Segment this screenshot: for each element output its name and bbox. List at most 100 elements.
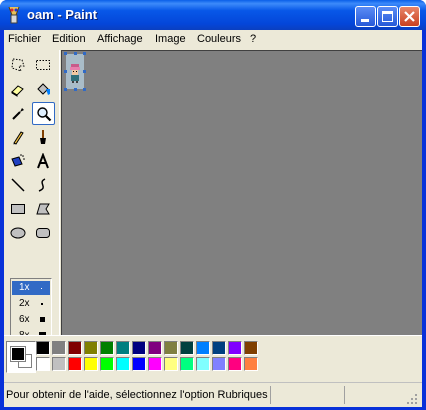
palette-color-swatch[interactable] — [68, 357, 82, 371]
tool-airbrush[interactable] — [7, 150, 30, 173]
tool-ellipse[interactable] — [7, 222, 30, 245]
palette-color-swatch[interactable] — [180, 357, 194, 371]
palette-color-swatch[interactable] — [228, 357, 242, 371]
foreground-color-swatch[interactable] — [10, 346, 26, 362]
palette-color-swatch[interactable] — [132, 357, 146, 371]
color-palette — [4, 335, 422, 380]
minimize-button[interactable] — [355, 6, 376, 27]
image-canvas[interactable] — [64, 52, 86, 91]
title-bar[interactable]: oam - Paint — [0, 0, 426, 30]
menu-image[interactable]: Image — [155, 33, 186, 45]
paint-window: oam - Paint Fichier Edition Affichage Im… — [0, 0, 426, 410]
menu-fichier[interactable]: Fichier — [8, 33, 41, 45]
menu-edition[interactable]: Edition — [52, 33, 86, 45]
magnifier-icon — [37, 107, 52, 122]
palette-color-swatch[interactable] — [228, 341, 242, 355]
tool-line[interactable] — [7, 174, 30, 197]
resize-handle[interactable] — [83, 52, 86, 55]
resize-handle[interactable] — [64, 70, 67, 73]
palette-color-swatch[interactable] — [116, 341, 130, 355]
palette-color-swatch[interactable] — [84, 341, 98, 355]
status-bar: Pour obtenir de l'aide, sélectionnez l'o… — [4, 382, 422, 406]
palette-color-swatch[interactable] — [132, 341, 146, 355]
menu-affichage[interactable]: Affichage — [97, 33, 143, 45]
zoom-option-2x[interactable]: 2x — [12, 297, 50, 311]
resize-handle[interactable] — [64, 88, 67, 91]
eraser-icon — [11, 85, 24, 97]
palette-color-swatch[interactable] — [52, 341, 66, 355]
palette-color-swatch[interactable] — [196, 341, 210, 355]
tool-curve[interactable] — [32, 174, 55, 197]
palette-color-swatch[interactable] — [36, 357, 50, 371]
palette-color-swatch[interactable] — [52, 357, 66, 371]
tool-brush[interactable] — [32, 126, 55, 149]
tool-magnifier[interactable] — [32, 102, 55, 125]
toolbox: 1x 2x 6x 8x — [4, 50, 60, 362]
tool-fill-with-color[interactable] — [32, 78, 55, 101]
close-button[interactable] — [399, 6, 420, 27]
maximize-icon — [382, 11, 393, 22]
window-title: oam - Paint — [27, 7, 98, 22]
status-text: Pour obtenir de l'aide, sélectionnez l'o… — [6, 389, 268, 401]
minimize-icon — [361, 19, 369, 22]
menu-bar: Fichier Edition Affichage Image Couleurs… — [4, 30, 422, 49]
palette-color-swatch[interactable] — [196, 357, 210, 371]
current-colors-box[interactable] — [6, 341, 36, 373]
palette-color-swatch[interactable] — [116, 357, 130, 371]
status-divider — [270, 386, 271, 404]
status-divider — [344, 386, 345, 404]
eyedropper-icon — [12, 108, 24, 120]
fill-bucket-icon — [37, 83, 50, 95]
palette-color-swatch[interactable] — [148, 341, 162, 355]
resize-handle[interactable] — [74, 88, 77, 91]
resize-handle[interactable] — [83, 88, 86, 91]
menu-help[interactable]: ? — [250, 33, 256, 45]
tool-free-form-select[interactable] — [7, 54, 30, 77]
rounded-rect-icon — [36, 228, 50, 238]
paint-app-icon[interactable] — [6, 6, 22, 24]
palette-color-swatch[interactable] — [148, 357, 162, 371]
airbrush-icon — [11, 154, 25, 167]
palette-color-swatch[interactable] — [36, 341, 50, 355]
ellipse-icon — [10, 227, 26, 239]
tool-text[interactable] — [32, 150, 55, 173]
text-icon — [37, 153, 49, 169]
tool-eraser[interactable] — [7, 78, 30, 101]
client-area: Fichier Edition Affichage Image Couleurs… — [4, 30, 422, 407]
palette-color-swatch[interactable] — [68, 341, 82, 355]
rect-select-icon — [36, 60, 50, 70]
resize-handle[interactable] — [64, 52, 67, 55]
palette-color-swatch[interactable] — [164, 341, 178, 355]
palette-color-swatch[interactable] — [164, 357, 178, 371]
palette-color-swatch[interactable] — [100, 341, 114, 355]
tool-rectangle[interactable] — [7, 198, 30, 221]
zoom-option-1x[interactable]: 1x — [12, 281, 50, 295]
pencil-icon — [13, 131, 24, 145]
maximize-button[interactable] — [377, 6, 398, 27]
palette-color-swatch[interactable] — [100, 357, 114, 371]
palette-color-swatch[interactable] — [84, 357, 98, 371]
resize-handle[interactable] — [74, 52, 77, 55]
palette-color-swatch[interactable] — [212, 341, 226, 355]
curve-icon — [38, 178, 46, 192]
line-icon — [11, 178, 25, 192]
free-select-icon — [11, 58, 25, 72]
close-icon — [404, 11, 415, 22]
menu-couleurs[interactable]: Couleurs — [197, 33, 241, 45]
tool-pencil[interactable] — [7, 126, 30, 149]
brush-icon — [40, 130, 46, 144]
polygon-icon — [36, 203, 50, 215]
tool-pick-color[interactable] — [7, 102, 30, 125]
palette-color-swatch[interactable] — [244, 341, 258, 355]
rectangle-icon — [11, 204, 25, 214]
palette-color-swatch[interactable] — [180, 341, 194, 355]
tool-rectangle-select[interactable] — [32, 54, 55, 77]
palette-color-swatch[interactable] — [212, 357, 226, 371]
drawing-area[interactable] — [61, 50, 422, 362]
resize-grip-icon[interactable] — [406, 393, 418, 405]
resize-handle[interactable] — [83, 70, 86, 73]
palette-color-swatch[interactable] — [244, 357, 258, 371]
zoom-option-6x[interactable]: 6x — [12, 313, 50, 327]
tool-polygon[interactable] — [32, 198, 55, 221]
tool-rounded-rectangle[interactable] — [32, 222, 55, 245]
